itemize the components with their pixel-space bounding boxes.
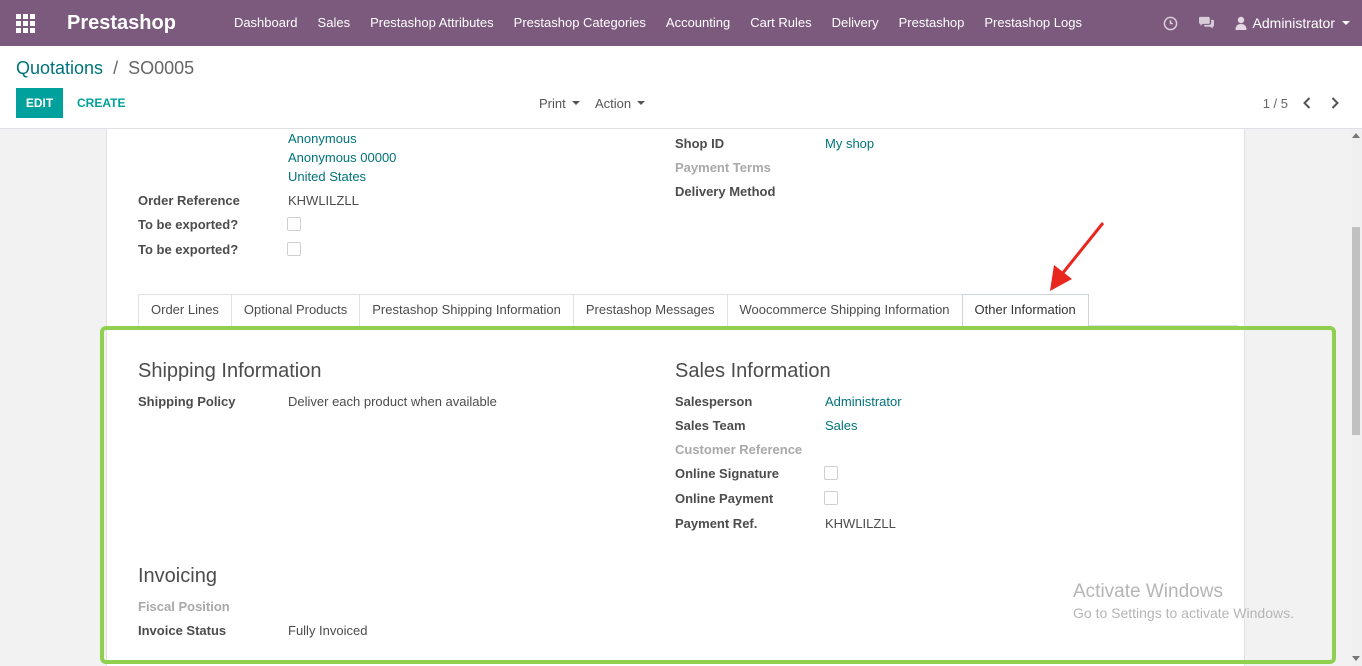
breadcrumb: Quotations / SO0005 <box>16 58 194 79</box>
invoice-status-value: Fully Invoiced <box>288 623 368 638</box>
salesperson-label: Salesperson <box>675 394 753 409</box>
scroll-up-icon[interactable] <box>1352 133 1360 138</box>
online-payment-label: Online Payment <box>675 491 774 506</box>
tab-order-lines[interactable]: Order Lines <box>138 294 232 326</box>
shipping-information-title: Shipping Information <box>138 360 322 382</box>
fiscal-position-label: Fiscal Position <box>138 599 230 614</box>
print-dropdown[interactable]: Print <box>539 96 580 111</box>
invoicing-title: Invoicing <box>138 565 217 587</box>
online-signature-label: Online Signature <box>675 466 780 481</box>
online-signature-checkbox[interactable] <box>824 466 838 480</box>
user-menu[interactable]: Administrator <box>1235 15 1350 31</box>
menu-item-cart-rules[interactable]: Cart Rules <box>740 0 821 46</box>
sales-information-title: Sales Information <box>675 360 831 382</box>
menu-item-dashboard[interactable]: Dashboard <box>224 0 308 46</box>
shop-id-label: Shop ID <box>675 136 725 151</box>
shop-id-value[interactable]: My shop <box>825 136 874 151</box>
main-menu: Dashboard Sales Prestashop Attributes Pr… <box>224 0 1092 46</box>
chevron-down-icon <box>571 100 580 105</box>
shipping-policy-value: Deliver each product when available <box>288 394 497 409</box>
control-panel: Quotations / SO0005 EDIT CREATE Print Ac… <box>0 46 1362 129</box>
sales-team-label: Sales Team <box>675 418 746 433</box>
customer-reference-label: Customer Reference <box>675 442 803 457</box>
order-reference-value: KHWLILZLL <box>288 193 359 208</box>
tab-woocommerce-shipping-information[interactable]: Woocommerce Shipping Information <box>726 294 963 326</box>
menu-item-prestashop-categories[interactable]: Prestashop Categories <box>504 0 656 46</box>
breadcrumb-separator: / <box>113 58 119 78</box>
watermark-line-1: Activate Windows <box>1073 581 1223 602</box>
menu-item-prestashop-logs[interactable]: Prestashop Logs <box>974 0 1092 46</box>
top-navbar: Prestashop Dashboard Sales Prestashop At… <box>0 0 1362 46</box>
brand-title[interactable]: Prestashop <box>67 12 176 35</box>
create-button[interactable]: CREATE <box>77 88 125 118</box>
menu-item-prestashop[interactable]: Prestashop <box>889 0 975 46</box>
invoice-status-label: Invoice Status <box>138 623 227 638</box>
address-line-1[interactable]: Anonymous <box>288 131 357 146</box>
form-content: Anonymous Anonymous 00000 United States … <box>0 129 1362 666</box>
annotation-arrow-icon <box>1050 222 1105 291</box>
clock-icon[interactable] <box>1163 16 1178 31</box>
scrollbar[interactable] <box>1350 129 1362 666</box>
action-dropdown[interactable]: Action <box>595 96 646 111</box>
address-line-2[interactable]: Anonymous 00000 <box>288 150 396 165</box>
payment-ref-label: Payment Ref. <box>675 516 758 531</box>
scrollbar-thumb[interactable] <box>1352 227 1360 435</box>
order-reference-label: Order Reference <box>138 193 240 208</box>
edit-button[interactable]: EDIT <box>16 88 63 118</box>
action-label: Action <box>595 96 632 111</box>
pager-previous-icon[interactable] <box>1298 94 1316 112</box>
sales-team-value[interactable]: Sales <box>825 418 858 433</box>
address-line-3[interactable]: United States <box>288 169 366 184</box>
print-label: Print <box>539 96 566 111</box>
to-be-exported-checkbox[interactable] <box>287 242 301 256</box>
user-name: Administrator <box>1252 15 1335 31</box>
menu-item-sales[interactable]: Sales <box>308 0 361 46</box>
watermark-line-2: Go to Settings to activate Windows. <box>1073 605 1294 621</box>
menu-item-prestashop-attributes[interactable]: Prestashop Attributes <box>360 0 504 46</box>
pager-value[interactable]: 1 / 5 <box>1263 96 1288 111</box>
breadcrumb-quotations[interactable]: Quotations <box>16 58 103 78</box>
payment-terms-label: Payment Terms <box>675 160 771 175</box>
salesperson-value[interactable]: Administrator <box>825 394 902 409</box>
online-payment-checkbox[interactable] <box>824 491 838 505</box>
payment-ref-value: KHWLILZLL <box>825 516 896 531</box>
pager-next-icon[interactable] <box>1326 94 1344 112</box>
delivery-method-label: Delivery Method <box>675 184 776 199</box>
user-icon <box>1235 16 1247 30</box>
chevron-down-icon <box>1342 21 1350 25</box>
to-be-exported-checkbox[interactable] <box>287 217 301 231</box>
activate-windows-watermark: Activate Windows Go to Settings to activ… <box>1073 581 1294 621</box>
chat-icon[interactable] <box>1198 16 1215 30</box>
tab-prestashop-messages[interactable]: Prestashop Messages <box>572 294 728 326</box>
menu-item-delivery[interactable]: Delivery <box>822 0 889 46</box>
chevron-down-icon <box>637 100 646 105</box>
shipping-policy-label: Shipping Policy <box>138 394 236 409</box>
tab-prestashop-shipping-information[interactable]: Prestashop Shipping Information <box>359 294 574 326</box>
to-be-exported-label: To be exported? <box>138 217 239 232</box>
to-be-exported-label: To be exported? <box>138 242 239 257</box>
tab-optional-products[interactable]: Optional Products <box>230 294 361 326</box>
scroll-down-icon[interactable] <box>1352 656 1360 661</box>
apps-menu-icon[interactable] <box>0 0 50 46</box>
breadcrumb-current: SO0005 <box>128 58 195 78</box>
menu-item-accounting[interactable]: Accounting <box>656 0 740 46</box>
